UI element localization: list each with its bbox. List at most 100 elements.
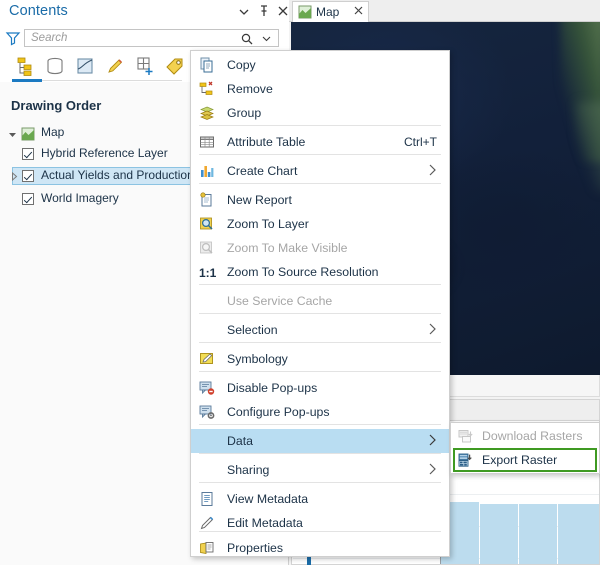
page-title: Contents (9, 3, 68, 19)
menu-item-label: Copy (227, 58, 256, 72)
menu-item-zoom-to-source-resolution[interactable]: 1:1 Zoom To Source Resolution (191, 260, 449, 284)
menu-item-symbology[interactable]: Symbology (191, 347, 449, 371)
menu-item-label: Disable Pop-ups (227, 381, 318, 395)
menu-item-shortcut: Ctrl+T (404, 135, 437, 149)
search-icon[interactable] (240, 32, 254, 46)
menu-separator (199, 284, 441, 285)
active-tab-underline (12, 79, 42, 82)
menu-item-selection[interactable]: Selection (191, 318, 449, 342)
filter-icon[interactable] (5, 30, 21, 46)
symbology-icon (199, 351, 215, 367)
menu-separator (199, 183, 441, 184)
data-submenu: Download Rasters Export Raster (450, 422, 600, 474)
menu-item-label: Properties (227, 541, 284, 555)
menu-item-label: View Metadata (227, 492, 309, 506)
menu-item-create-chart[interactable]: Create Chart (191, 159, 449, 183)
list-by-labeling-icon[interactable] (164, 55, 186, 77)
tree-item-label: World Imagery (41, 191, 119, 205)
menu-item-label: Selection (227, 323, 278, 337)
chevron-right-icon (427, 462, 437, 479)
properties-icon (199, 540, 215, 556)
menu-item-label: Zoom To Make Visible (227, 241, 348, 255)
table-icon (199, 134, 215, 150)
menu-item-label: New Report (227, 193, 292, 207)
list-by-snapping-icon[interactable] (134, 55, 156, 77)
tree-item-label: Actual Yields and Production (41, 168, 194, 182)
submenu-item-label: Download Rasters (482, 429, 583, 443)
configure-popups-icon (199, 404, 215, 420)
pin-icon[interactable] (256, 4, 272, 20)
menu-item-group[interactable]: Group (191, 101, 449, 125)
menu-separator (199, 154, 441, 155)
menu-item-label: Sharing (227, 463, 270, 477)
menu-item-label: Symbology (227, 352, 288, 366)
chart-bar (519, 504, 557, 564)
toolbar-divider (42, 80, 182, 81)
layer-visibility-checkbox[interactable] (22, 193, 34, 205)
layer-visibility-checkbox[interactable] (22, 170, 34, 182)
zoom-to-layer-icon (199, 216, 215, 232)
search-row: Search (0, 26, 289, 50)
menu-item-label: Zoom To Source Resolution (227, 265, 379, 279)
menu-separator (199, 453, 441, 454)
collapse-triangle-icon[interactable] (8, 130, 17, 139)
menu-item-remove[interactable]: Remove (191, 77, 449, 101)
chevron-down-icon[interactable] (236, 4, 252, 20)
menu-item-sharing[interactable]: Sharing (191, 458, 449, 482)
menu-item-label: Remove (227, 82, 273, 96)
menu-item-label: Group (227, 106, 262, 120)
chevron-down-icon[interactable] (261, 33, 272, 47)
download-rasters-icon (458, 428, 474, 444)
menu-item-label: Create Chart (227, 164, 298, 178)
menu-separator (199, 371, 441, 372)
tab-label: Map (316, 5, 340, 19)
layer-visibility-checkbox[interactable] (22, 148, 34, 160)
close-icon[interactable] (353, 5, 364, 19)
menu-item-attribute-table[interactable]: Attribute Table Ctrl+T (191, 130, 449, 154)
one-to-one-icon: 1:1 (199, 264, 217, 280)
remove-layer-icon (199, 81, 215, 97)
menu-separator (199, 125, 441, 126)
map-icon (298, 5, 312, 19)
menu-item-copy[interactable]: Copy (191, 53, 449, 77)
group-layers-icon (199, 105, 215, 121)
svg-text:1:1: 1:1 (199, 266, 217, 280)
menu-item-properties[interactable]: Properties (191, 536, 449, 560)
tree-item-label: Hybrid Reference Layer (41, 146, 168, 160)
disable-popups-icon (199, 380, 215, 396)
menu-item-label: Zoom To Layer (227, 217, 309, 231)
view-metadata-icon (199, 491, 215, 507)
map-icon (21, 127, 35, 141)
map-coastline-vegetation-secondary (576, 102, 600, 192)
list-by-drawing-order-icon[interactable] (14, 55, 36, 77)
map-tab-strip: Map (289, 0, 600, 22)
menu-item-label: Attribute Table (227, 135, 306, 149)
expand-triangle-icon[interactable] (10, 171, 19, 182)
menu-item-view-metadata[interactable]: View Metadata (191, 487, 449, 511)
tree-item-label: Map (41, 125, 65, 139)
chevron-right-icon (427, 322, 437, 339)
search-input[interactable]: Search (24, 29, 279, 47)
menu-item-label: Configure Pop-ups (227, 405, 330, 419)
menu-separator (199, 313, 441, 314)
menu-item-data[interactable]: Data (191, 429, 449, 453)
list-by-data-source-icon[interactable] (44, 55, 66, 77)
menu-item-label: Data (227, 434, 253, 448)
menu-separator (199, 482, 441, 483)
menu-item-edit-metadata[interactable]: Edit Metadata (191, 511, 449, 535)
menu-item-label: Use Service Cache (227, 294, 333, 308)
contents-pane-header: Contents (0, 0, 289, 26)
chevron-right-icon (427, 433, 437, 450)
tab-map[interactable]: Map (292, 1, 369, 22)
new-report-icon (199, 192, 215, 208)
menu-item-disable-popups[interactable]: Disable Pop-ups (191, 376, 449, 400)
menu-item-configure-popups[interactable]: Configure Pop-ups (191, 400, 449, 424)
list-by-editing-icon[interactable] (104, 55, 126, 77)
list-by-selection-icon[interactable] (74, 55, 96, 77)
chart-bar (558, 504, 599, 564)
menu-item-new-report[interactable]: New Report (191, 188, 449, 212)
menu-separator (199, 424, 441, 425)
menu-item-zoom-to-layer[interactable]: Zoom To Layer (191, 212, 449, 236)
menu-item-label: Edit Metadata (227, 516, 303, 530)
tree-heading: Drawing Order (11, 98, 102, 113)
